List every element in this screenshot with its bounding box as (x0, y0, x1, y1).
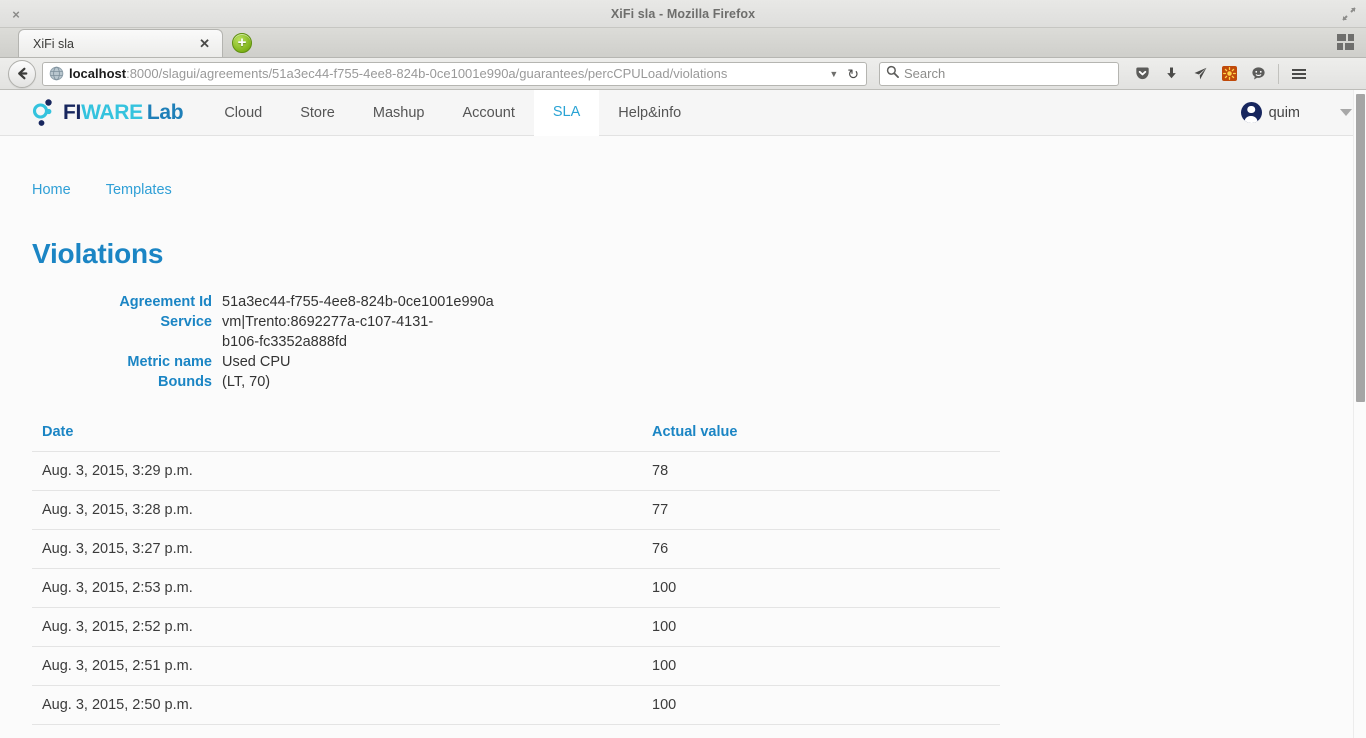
logo-fi: FI (63, 101, 82, 124)
table-row: Aug. 3, 2015, 2:49 p.m. 100 (32, 724, 1000, 738)
search-bar[interactable]: Search (879, 61, 1119, 86)
table-row: Aug. 3, 2015, 2:52 p.m. 100 (32, 607, 1000, 647)
cell-date: Aug. 3, 2015, 3:28 p.m. (32, 490, 642, 530)
nav-item-mashup[interactable]: Mashup (354, 90, 444, 135)
site-header: FIWARE Lab Cloud Store Mashup Account SLA… (0, 90, 1366, 136)
table-row: Aug. 3, 2015, 2:51 p.m. 100 (32, 646, 1000, 686)
back-button[interactable] (8, 59, 36, 88)
cell-date: Aug. 3, 2015, 3:27 p.m. (32, 529, 642, 569)
page-title: Violations (32, 238, 164, 269)
nav-item-helpinfo[interactable]: Help&info (599, 90, 700, 135)
new-tab-button[interactable]: + (232, 33, 252, 53)
hamburger-menu-icon[interactable] (1286, 61, 1312, 87)
breadcrumb-item-templates[interactable]: Templates (96, 182, 182, 198)
sun-extension-icon[interactable] (1216, 61, 1242, 87)
tab-close-icon[interactable]: ✕ (195, 37, 214, 50)
cell-date: Aug. 3, 2015, 2:52 p.m. (32, 607, 642, 647)
chat-feedback-icon[interactable] (1245, 61, 1271, 87)
cell-value: 100 (642, 724, 1000, 738)
window-titlebar: × XiFi sla - Mozilla Firefox (0, 0, 1366, 28)
window-close-icon[interactable]: × (8, 6, 24, 22)
browser-toolbar-icons (1129, 61, 1312, 87)
detail-label-agreement-id: Agreement Id (119, 294, 212, 310)
page-scrollbar[interactable] (1353, 90, 1366, 738)
cell-value: 100 (642, 607, 1000, 647)
user-name[interactable]: quim (1269, 105, 1300, 121)
cell-value: 100 (642, 685, 1000, 725)
window-title: XiFi sla - Mozilla Firefox (610, 6, 756, 21)
cell-date: Aug. 3, 2015, 3:29 p.m. (32, 451, 642, 491)
nav-item-sla[interactable]: SLA (533, 90, 600, 136)
nav-item-account[interactable]: Account (443, 90, 533, 135)
toolbar-divider (1278, 63, 1279, 84)
breadcrumb-item-home[interactable]: Home (32, 182, 81, 198)
detail-value-bounds: (LT, 70) (222, 374, 271, 390)
column-header-date[interactable]: Date (32, 414, 642, 452)
user-menu[interactable]: quim (1240, 90, 1366, 135)
avatar (1240, 102, 1262, 123)
logo-ware: WARE (81, 101, 143, 124)
browser-tab-xifi-sla[interactable]: XiFi sla ✕ (18, 29, 223, 57)
detail-label-bounds: Bounds (158, 374, 212, 390)
browser-navbar: localhost:8000/slagui/agreements/51a3ec4… (0, 58, 1366, 90)
apps-grid-icon[interactable] (1336, 32, 1356, 52)
site-nav: Cloud Store Mashup Account SLA Help&info (205, 90, 700, 136)
cell-value: 78 (642, 451, 1000, 491)
reload-icon[interactable]: ↻ (844, 67, 862, 81)
download-icon[interactable] (1158, 61, 1184, 87)
cell-value: 100 (642, 568, 1000, 608)
nav-item-store[interactable]: Store (281, 90, 354, 135)
detail-label-service: Service (160, 314, 212, 330)
url-dropdown-icon[interactable]: ▼ (823, 69, 844, 79)
page-scrollbar-thumb[interactable] (1356, 94, 1365, 402)
page-viewport: FIWARE Lab Cloud Store Mashup Account SLA… (0, 90, 1366, 738)
cell-date: Aug. 3, 2015, 2:53 p.m. (32, 568, 642, 608)
tab-label: XiFi sla (33, 36, 74, 51)
window-restore-icon[interactable] (1342, 7, 1356, 21)
fiware-logo-text: FIWARE Lab (63, 101, 184, 124)
cell-value: 76 (642, 529, 1000, 569)
cell-value: 100 (642, 646, 1000, 686)
cell-date: Aug. 3, 2015, 2:51 p.m. (32, 646, 642, 686)
detail-value-agreement-id: 51a3ec44-f755-4ee8-824b-0ce1001e990a (222, 294, 494, 310)
detail-value-service: vm|Trento:8692277a-c107-4131-b106-fc3352… (222, 314, 434, 350)
send-icon[interactable] (1187, 61, 1213, 87)
browser-tabstrip: XiFi sla ✕ + (0, 28, 1366, 58)
table-row: Aug. 3, 2015, 3:27 p.m. 76 (32, 529, 1000, 569)
url-text: localhost:8000/slagui/agreements/51a3ec4… (69, 66, 823, 81)
table-head: Date Actual value (32, 414, 1000, 452)
table-row: Aug. 3, 2015, 2:53 p.m. 100 (32, 568, 1000, 608)
nav-item-cloud[interactable]: Cloud (205, 90, 281, 135)
violations-table: Date Actual value Aug. 3, 2015, 3:29 p.m… (32, 414, 1000, 738)
table-row: Aug. 3, 2015, 3:29 p.m. 78 (32, 451, 1000, 491)
page-content: Home Templates Violations Agreement Id 5… (0, 136, 1366, 738)
url-bar[interactable]: localhost:8000/slagui/agreements/51a3ec4… (42, 61, 867, 86)
search-placeholder: Search (904, 66, 946, 81)
column-header-actual-value[interactable]: Actual value (642, 414, 1000, 452)
violation-details: Agreement Id 51a3ec44-f755-4ee8-824b-0ce… (32, 292, 1334, 392)
fiware-logo-icon (32, 98, 58, 128)
plus-icon: + (237, 34, 247, 51)
breadcrumb: Home Templates (32, 136, 1334, 198)
cell-date: Aug. 3, 2015, 2:50 p.m. (32, 685, 642, 725)
detail-label-metric-name: Metric name (127, 354, 212, 370)
logo-lab: Lab (146, 101, 184, 124)
pocket-icon[interactable] (1129, 61, 1155, 87)
table-row: Aug. 3, 2015, 3:28 p.m. 77 (32, 490, 1000, 530)
table-body: Aug. 3, 2015, 3:29 p.m. 78 Aug. 3, 2015,… (32, 451, 1000, 738)
url-path: :8000/slagui/agreements/51a3ec44-f755-4e… (126, 66, 728, 81)
cell-value: 77 (642, 490, 1000, 530)
globe-icon (49, 66, 64, 81)
detail-value-metric-name: Used CPU (222, 354, 291, 370)
fiware-lab-logo[interactable]: FIWARE Lab (32, 90, 205, 135)
table-header-row: Date Actual value (32, 414, 1000, 452)
table-row: Aug. 3, 2015, 2:50 p.m. 100 (32, 685, 1000, 725)
url-host: localhost (69, 66, 127, 81)
chevron-down-icon[interactable] (1340, 109, 1352, 116)
search-icon (886, 65, 899, 83)
cell-date: Aug. 3, 2015, 2:49 p.m. (32, 724, 642, 738)
